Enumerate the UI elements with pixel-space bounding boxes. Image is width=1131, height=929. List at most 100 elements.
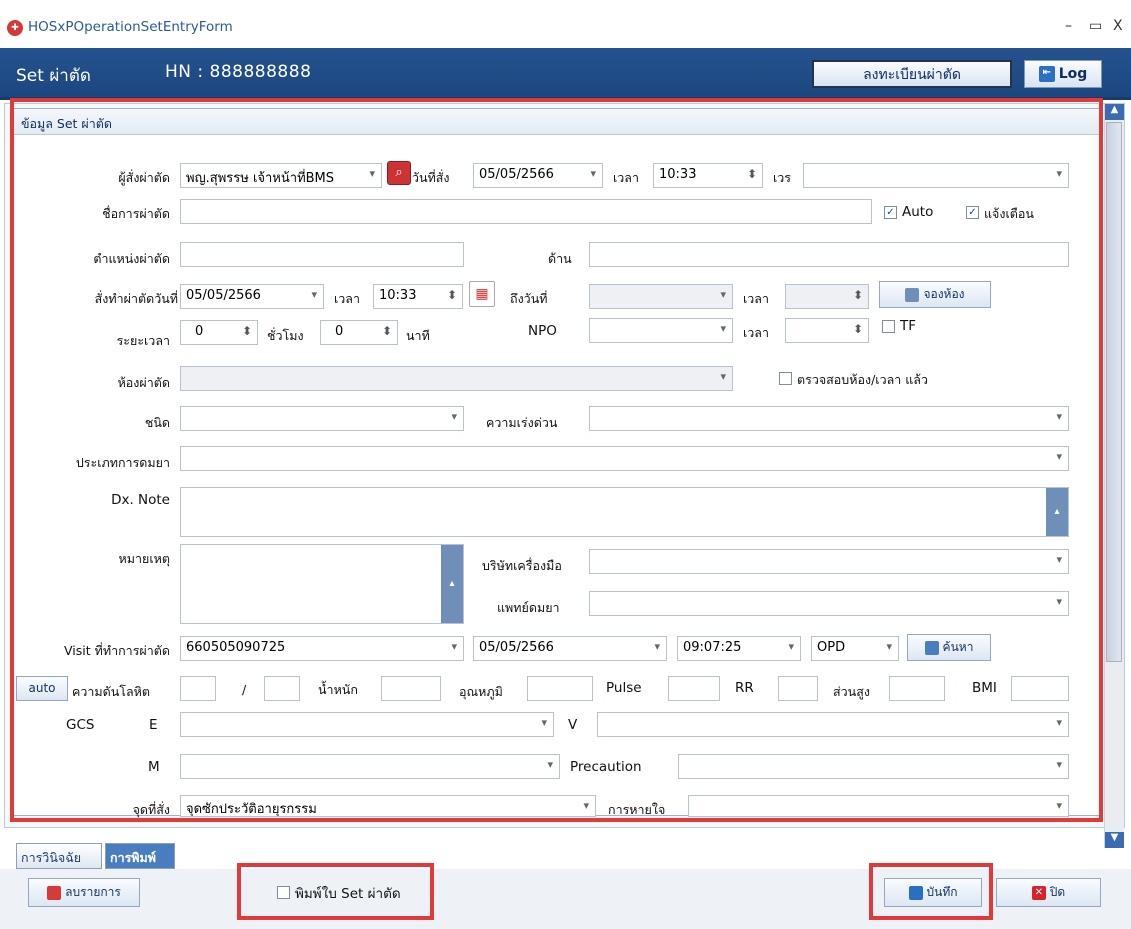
visit-vn-select[interactable]: 660505090725 [180,636,464,661]
search-orderer-icon[interactable]: ⌕ [387,161,411,185]
remark-scroll[interactable]: ▴ [441,545,463,623]
height-field[interactable] [889,676,945,701]
close-window-button[interactable]: X [1113,18,1123,34]
visit-type-select[interactable]: OPD [811,636,899,661]
npo-time-label: เวลา [743,325,769,340]
gcs-v-label: V [568,717,578,733]
op-name-label: ชื่อการผ่าตัด [102,206,170,221]
room-select[interactable] [180,366,733,391]
gcs-m-select[interactable] [180,754,560,779]
precaution-select[interactable] [678,754,1069,779]
orderer-select[interactable]: พญ.สุพรรษ เจ้าหน้าที่BMS [180,163,382,188]
height-label: ส่วนสูง [833,684,870,699]
auto-vitals-button[interactable]: auto [16,676,68,701]
delete-button[interactable]: ลบรายการ [28,878,140,907]
notify-checkbox[interactable]: ✓ [966,206,979,219]
auto-label: Auto [902,204,934,220]
position-label: ตำแหน่งผ่าตัด [93,251,170,266]
order-point-select[interactable]: จุดซักประวัติอายุรกรรม [180,795,596,817]
breathing-select[interactable] [688,795,1069,817]
temp-field[interactable] [527,676,593,701]
visit-date-select[interactable]: 05/05/2566 [473,636,667,661]
side-field[interactable] [589,242,1069,267]
order-time-field[interactable]: 10:33 [653,163,763,188]
header-hn: HN : 888888888 [165,62,312,82]
anes-type-select[interactable] [180,446,1069,471]
visit-time-select[interactable]: 09:07:25 [677,636,801,661]
window-title: HOSxPOperationSetEntryForm [28,19,233,35]
remark-field[interactable] [180,544,464,624]
close-icon: ✕ [1031,885,1046,900]
hours-field[interactable]: 0 [180,320,258,345]
rr-label: RR [735,680,754,696]
visit-search-label: ค้นหา [942,640,974,654]
app-icon: ✚ [7,20,23,36]
weight-field[interactable] [381,676,441,701]
pulse-label: Pulse [606,680,642,696]
close-button[interactable]: ✕ ปิด [996,878,1101,907]
bp-systolic-field[interactable] [180,676,216,701]
npo-select[interactable] [589,318,733,343]
gcs-v-select[interactable] [597,712,1069,737]
tf-label: TF [900,318,917,334]
book-room-button[interactable]: จองห้อง [879,281,991,308]
type-select[interactable] [180,406,464,431]
gcs-e-select[interactable] [180,712,554,737]
op-time-field[interactable]: 10:33 [373,284,463,309]
weight-label: น้ำหนัก [318,682,358,697]
minimize-button[interactable]: – [1065,18,1072,34]
to-date-field[interactable] [589,284,733,309]
maximize-button[interactable]: ▭ [1089,18,1102,34]
auto-checkbox[interactable]: ✓ [884,206,897,219]
visit-label: Visit ที่ทำการผ่าตัด [64,643,170,658]
tool-company-select[interactable] [589,549,1069,574]
to-time-field[interactable] [785,284,869,309]
bp-slash: / [242,682,247,697]
rr-field[interactable] [778,676,818,701]
save-label: บันทึก [926,885,958,899]
shift-select[interactable] [803,163,1069,188]
dx-note-field[interactable] [180,487,1069,537]
npo-time-field[interactable] [785,318,869,343]
tab-diagnosis[interactable]: การวินิจฉัย [16,843,102,869]
order-date-field[interactable]: 05/05/2566 [473,163,603,188]
dx-note-scroll[interactable]: ▴ [1046,488,1068,536]
shift-label: เวร [773,170,792,185]
save-button[interactable]: บันทึก [884,878,982,907]
minutes-field[interactable]: 0 [320,320,398,345]
op-name-field[interactable] [180,199,872,224]
scroll-up-icon[interactable]: ▲ [1105,104,1124,120]
anesthetist-select[interactable] [589,591,1069,616]
op-date-field[interactable]: 05/05/2566 [180,284,324,309]
gcs-label: GCS [66,717,95,733]
calendar-icon[interactable]: ▦ [469,281,495,307]
tf-checkbox[interactable] [882,320,895,333]
pulse-field[interactable] [668,676,720,701]
remark-label: หมายเหตุ [118,551,170,566]
bp-diastolic-field[interactable] [264,676,300,701]
tool-company-label: บริษัทเครื่องมือ [482,558,562,573]
register-operation-button[interactable]: ลงทะเบียนผ่าตัด [812,60,1012,88]
side-label: ด้าน [548,251,572,266]
duration-label: ระยะเวลา [116,333,170,348]
anesthetist-label: แพทย์ดมยา [497,600,560,615]
gcs-m-label: M [148,759,160,775]
scroll-thumb[interactable] [1106,122,1122,662]
scroll-down-icon[interactable]: ▼ [1105,832,1124,848]
delete-label: ลบรายการ [65,885,121,899]
print-set-checkbox[interactable] [277,886,290,899]
urgency-select[interactable] [589,406,1069,431]
log-label: Log [1058,66,1088,82]
log-button[interactable]: ⇤ Log [1024,60,1102,88]
order-point-label: จุดที่สั่ง [132,802,170,817]
close-label: ปิด [1049,885,1066,899]
type-label: ชนิด [144,415,170,430]
tab-print[interactable]: การพิมพ์ [105,843,175,869]
position-field[interactable] [180,242,464,267]
bmi-field[interactable] [1011,676,1069,701]
room-checked-checkbox[interactable] [779,372,792,385]
visit-search-button[interactable]: ค้นหา [907,634,991,661]
search-icon [924,640,939,655]
urgency-label: ความเร่งด่วน [486,415,558,430]
trash-icon [47,885,62,900]
